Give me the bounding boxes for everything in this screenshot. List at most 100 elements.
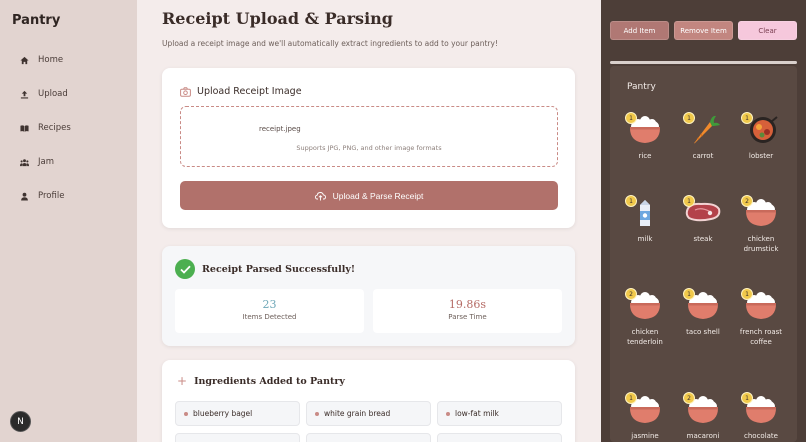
pantry-item-name: milk xyxy=(637,235,653,243)
result-heading-label: Receipt Parsed Successfully! xyxy=(202,263,356,275)
ingredient-chip: low-fat milk xyxy=(437,401,562,426)
count-badge: 1 xyxy=(625,392,637,404)
people-icon xyxy=(20,158,29,166)
pantry-item-name: steak xyxy=(693,235,713,243)
ingredient-chip: white grain bread xyxy=(306,401,431,426)
person-icon xyxy=(21,192,28,201)
avatar[interactable]: N xyxy=(10,411,31,432)
count-badge: 1 xyxy=(741,288,753,300)
result-heading: Receipt Parsed Successfully! xyxy=(175,259,355,279)
sidebar-item-recipes[interactable]: Recipes xyxy=(20,123,71,133)
pantry-item-name: chicken drumstick xyxy=(743,235,779,253)
ingredients-heading-label: Ingredients Added to Pantry xyxy=(194,375,345,387)
count-badge: 1 xyxy=(625,112,637,124)
sidebar-item-label: Home xyxy=(38,55,64,65)
count-badge: 2 xyxy=(741,195,753,207)
count-badge: 1 xyxy=(683,112,695,124)
sidebar-item-upload[interactable]: Upload xyxy=(20,89,68,99)
pantry-item-name: taco shell xyxy=(686,328,720,336)
upload-icon xyxy=(20,90,29,98)
ingredient-name: low-fat milk xyxy=(455,409,499,418)
home-icon xyxy=(20,56,29,64)
ingredient-chip xyxy=(306,433,431,442)
ingredient-chip xyxy=(175,433,300,442)
pantry-item-name: chicken tenderloin xyxy=(627,328,663,346)
pantry-item-name: carrot xyxy=(692,152,714,160)
upload-parse-button[interactable]: Upload & Parse Receipt xyxy=(180,181,558,210)
pantry-item-jasmine[interactable]: 1 jasmine xyxy=(618,392,672,441)
upload-heading-label: Upload Receipt Image xyxy=(197,86,302,97)
file-dropzone[interactable]: receipt.jpeg Supports JPG, PNG, and othe… xyxy=(180,106,558,167)
pantry-panel: Add Item Remove Item Clear Pantry 1 rice… xyxy=(601,0,806,442)
pantry-item-name: rice xyxy=(638,152,652,160)
stat-value: 19.86s xyxy=(448,298,487,311)
ingredients-card: + Ingredients Added to Pantry blueberry … xyxy=(162,360,575,442)
upload-heading: Upload Receipt Image xyxy=(180,86,302,97)
bullet-icon xyxy=(446,411,450,416)
sidebar: Pantry Home Upload Recipes Jam Profile N xyxy=(0,0,137,442)
count-badge: 1 xyxy=(741,392,753,404)
stat-label: Items Detected xyxy=(242,313,297,321)
sidebar-item-label: Recipes xyxy=(38,123,71,133)
sidebar-item-label: Profile xyxy=(38,191,65,201)
file-format-hint: Supports JPG, PNG, and other image forma… xyxy=(296,144,442,152)
add-item-button[interactable]: Add Item xyxy=(610,21,669,40)
count-badge: 1 xyxy=(625,195,637,207)
pantry-item-french-roast-coffee[interactable]: 1 french roast coffee xyxy=(734,288,788,347)
check-circle-icon xyxy=(175,259,195,279)
ingredient-chip: blueberry bagel xyxy=(175,401,300,426)
stat-label: Parse Time xyxy=(448,313,487,321)
ingredient-chip xyxy=(437,433,562,442)
sidebar-item-profile[interactable]: Profile xyxy=(20,191,64,201)
upload-parse-button-label: Upload & Parse Receipt xyxy=(332,190,424,201)
selected-file-name: receipt.jpeg xyxy=(259,125,301,133)
pantry-item-macaroni[interactable]: 2 macaroni xyxy=(676,392,730,441)
page-subtitle: Upload a receipt image and we'll automat… xyxy=(162,39,498,48)
sidebar-item-label: Upload xyxy=(38,89,68,99)
pantry-item-name: lobster xyxy=(748,152,774,160)
pantry-item-name: macaroni xyxy=(686,432,720,440)
count-badge: 1 xyxy=(683,195,695,207)
sidebar-item-home[interactable]: Home xyxy=(20,55,63,65)
book-icon xyxy=(20,124,29,132)
sidebar-item-label: Jam xyxy=(38,157,54,167)
pantry-item-lobster[interactable]: 1 lobster xyxy=(734,112,788,161)
pantry-grid: Pantry 1 rice 1 carrot 1 lobster 1 milk … xyxy=(610,66,797,442)
pantry-item-milk[interactable]: 1 milk xyxy=(618,195,672,244)
stat-items-detected: 23 Items Detected xyxy=(175,289,364,333)
bullet-icon xyxy=(184,411,188,416)
pantry-item-chicken-drumstick[interactable]: 2 chicken drumstick xyxy=(734,195,788,254)
count-badge: 1 xyxy=(683,288,695,300)
stat-parse-time: 19.86s Parse Time xyxy=(373,289,562,333)
pantry-item-name: chocolate xyxy=(744,432,778,440)
upload-card: Upload Receipt Image receipt.jpeg Suppor… xyxy=(162,68,575,228)
ingredient-name: blueberry bagel xyxy=(193,409,253,418)
brand-logo-text[interactable]: Pantry xyxy=(12,13,60,28)
pantry-item-name: french roast coffee xyxy=(739,328,783,346)
pantry-item-chocolate[interactable]: 1 chocolate xyxy=(734,392,788,441)
pantry-item-taco-shell[interactable]: 1 taco shell xyxy=(676,288,730,337)
count-badge: 2 xyxy=(625,288,637,300)
camera-icon xyxy=(180,86,191,97)
plus-icon: + xyxy=(177,374,188,388)
pantry-title: Pantry xyxy=(627,82,656,92)
stat-value: 23 xyxy=(262,298,277,311)
parse-result-card: Receipt Parsed Successfully! 23 Items De… xyxy=(162,246,575,346)
ingredients-heading: + Ingredients Added to Pantry xyxy=(177,374,345,388)
ingredient-name: white grain bread xyxy=(324,409,391,418)
remove-item-button[interactable]: Remove Item xyxy=(674,21,733,40)
pantry-item-name: jasmine xyxy=(631,432,659,440)
main-content: Receipt Upload & Parsing Upload a receip… xyxy=(137,0,601,442)
pantry-item-steak[interactable]: 1 steak xyxy=(676,195,730,244)
panel-divider xyxy=(610,61,797,64)
sidebar-item-jam[interactable]: Jam xyxy=(20,157,54,167)
clear-button[interactable]: Clear xyxy=(738,21,797,40)
bullet-icon xyxy=(315,411,319,416)
pantry-item-rice[interactable]: 1 rice xyxy=(618,112,672,161)
pantry-item-carrot[interactable]: 1 carrot xyxy=(676,112,730,161)
page-title: Receipt Upload & Parsing xyxy=(162,9,393,28)
count-badge: 2 xyxy=(683,392,695,404)
cloud-upload-icon xyxy=(314,191,326,200)
pantry-item-chicken-tenderloin[interactable]: 2 chicken tenderloin xyxy=(618,288,672,347)
count-badge: 1 xyxy=(741,112,753,124)
